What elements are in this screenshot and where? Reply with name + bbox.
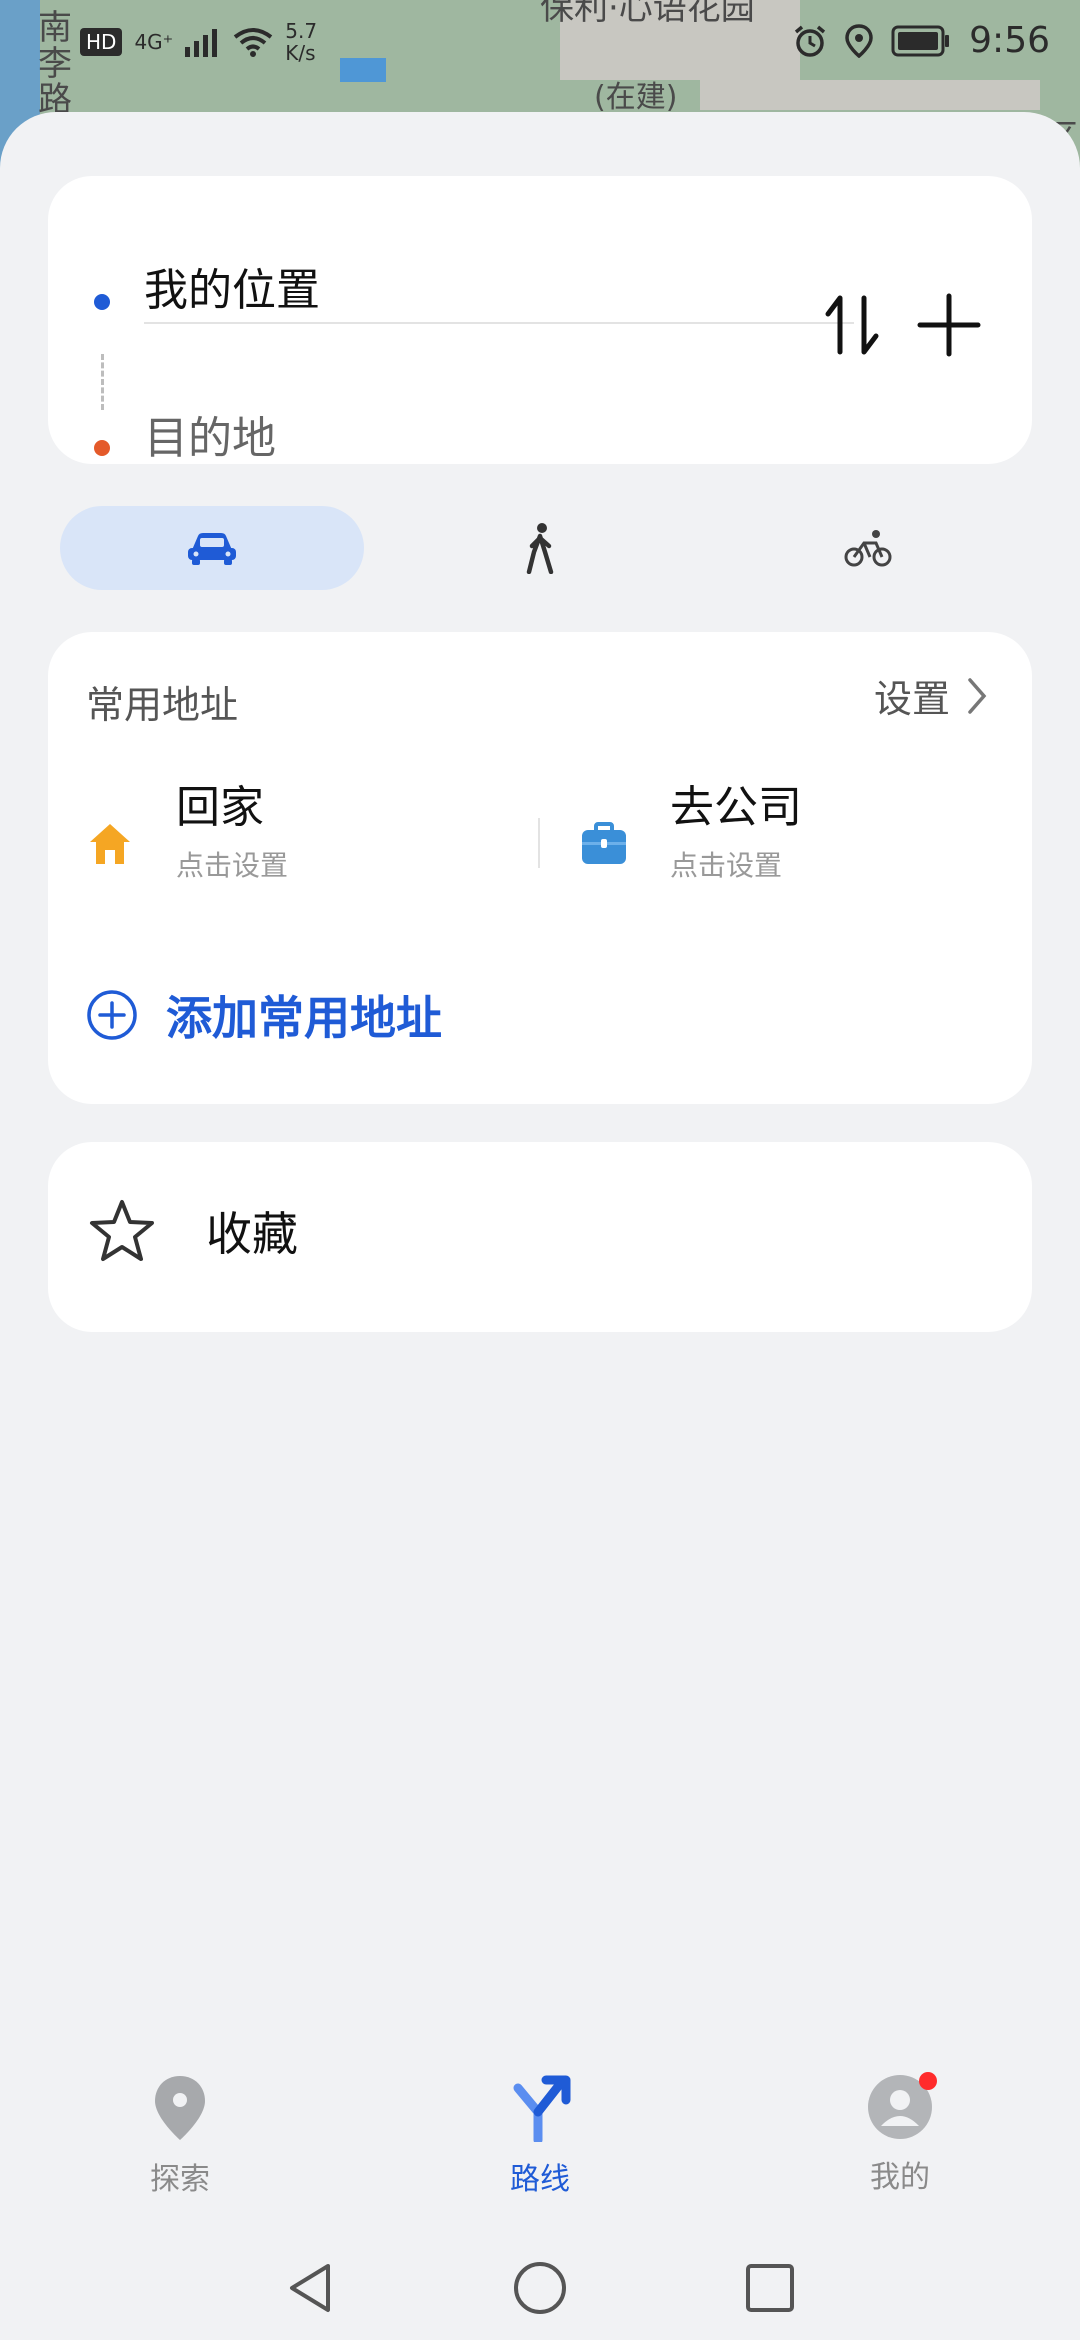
status-right: 9:56: [793, 20, 1050, 61]
walk-icon: [526, 523, 554, 574]
clock: 9:56: [969, 20, 1050, 61]
address-separator: [538, 818, 540, 868]
home-label: 回家: [176, 782, 264, 833]
work-address[interactable]: 去公司 点击设置: [580, 782, 802, 884]
car-icon: [188, 533, 236, 565]
nav-explore-label: 探索: [150, 2162, 210, 2197]
address-settings-label: 设置: [873, 677, 950, 721]
nav-explore[interactable]: 探索: [80, 2074, 280, 2198]
route-fork-icon: [513, 2075, 571, 2145]
plus-circle-icon: [87, 990, 137, 1040]
location-icon: [845, 23, 873, 58]
recents-button[interactable]: [740, 2258, 800, 2318]
work-label: 去公司: [670, 782, 802, 833]
recents-square-icon: [746, 2264, 794, 2312]
battery-icon: [891, 25, 950, 56]
home-icon: [90, 824, 130, 864]
tab-walk[interactable]: [388, 506, 692, 590]
plus-icon: [917, 293, 981, 357]
map-pin-icon: [155, 2076, 205, 2140]
origin-input[interactable]: 我的位置: [144, 254, 320, 318]
tab-bike[interactable]: [716, 506, 1020, 590]
wifi-icon: [234, 28, 273, 57]
nav-mine[interactable]: 我的: [800, 2072, 1000, 2196]
add-common-address-button[interactable]: 添加常用地址: [86, 982, 442, 1048]
work-hint: 点击设置: [670, 849, 783, 882]
route-dash-line: [101, 354, 104, 410]
input-divider: [144, 322, 854, 324]
signal-icon: [185, 29, 218, 57]
home-hint: 点击设置: [176, 849, 289, 882]
bike-icon: [844, 530, 892, 567]
favorites-label: 收藏: [206, 1207, 298, 1261]
nav-route[interactable]: 路线: [440, 2074, 640, 2198]
swap-button[interactable]: [822, 290, 882, 360]
favorites-row: 收藏: [88, 1198, 298, 1264]
tab-drive[interactable]: [60, 506, 364, 590]
route-sheet: 我的位置 目的地 常用地址 设置 回家 点击设置 去公司 点击设置 添加常用地址…: [0, 112, 1080, 2340]
swap-icon: [825, 295, 879, 355]
status-bar: HD 4G⁺ 5.7 K/s 9:56: [0, 0, 1080, 96]
travel-mode-tabs: [60, 506, 1020, 590]
network-type: 4G⁺: [134, 30, 174, 54]
star-icon: [90, 1200, 154, 1261]
favorites-card[interactable]: 收藏: [48, 1142, 1032, 1332]
common-address-card: 常用地址 设置 回家 点击设置 去公司 点击设置 添加常用地址: [48, 632, 1032, 1104]
net-speed-value: 5.7: [285, 19, 318, 43]
status-left: HD 4G⁺ 5.7 K/s: [80, 20, 317, 64]
hd-badge: HD: [80, 28, 123, 56]
briefcase-icon: [582, 822, 626, 864]
route-input-card: 我的位置 目的地: [48, 176, 1032, 464]
destination-input[interactable]: 目的地: [144, 402, 276, 466]
nav-route-label: 路线: [510, 2162, 570, 2197]
back-button[interactable]: [280, 2258, 340, 2318]
address-settings-link[interactable]: 设置: [874, 668, 988, 723]
alarm-icon: [795, 25, 826, 57]
bottom-nav: 探索 路线 我的: [0, 2072, 1080, 2214]
home-circle-icon: [514, 2262, 566, 2314]
destination-dot: [94, 440, 110, 456]
home-address[interactable]: 回家 点击设置: [86, 782, 288, 884]
common-address-title: 常用地址: [86, 683, 239, 727]
net-speed-unit: K/s: [285, 41, 316, 65]
nav-mine-label: 我的: [870, 2160, 930, 2195]
net-speed: 5.7 K/s: [285, 20, 317, 64]
origin-dot: [94, 294, 110, 310]
chevron-right-icon: [968, 677, 987, 714]
back-triangle-icon: [290, 2264, 330, 2312]
add-waypoint-button[interactable]: [914, 290, 984, 360]
notification-dot: [919, 2072, 937, 2090]
system-nav-bar: [0, 2240, 1080, 2340]
home-button[interactable]: [510, 2258, 570, 2318]
add-common-address-label: 添加常用地址: [166, 991, 442, 1045]
